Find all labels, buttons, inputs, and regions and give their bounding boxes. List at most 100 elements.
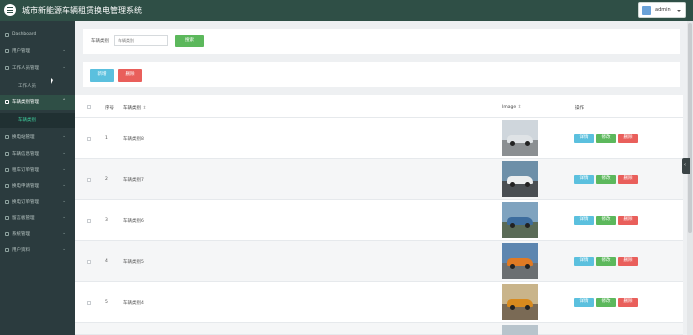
search-panel bbox=[83, 29, 680, 54]
column-header-category[interactable]: 车辆类别 ⇕ bbox=[123, 105, 146, 111]
sidebar-item-label: 换电站管理 bbox=[12, 135, 35, 140]
app-title: 城市新能源车辆租赁换电管理系统 bbox=[22, 6, 142, 15]
side-panel-toggle[interactable]: ‹ bbox=[682, 158, 690, 174]
sidebar-item-system[interactable]: 系统管理 ⌄ bbox=[0, 227, 75, 242]
chevron-down-icon: ⌄ bbox=[62, 231, 66, 236]
row-checkbox[interactable] bbox=[87, 219, 91, 223]
user-menu[interactable]: admin bbox=[638, 2, 686, 18]
sort-icon: ⇕ bbox=[517, 105, 522, 110]
car-thumbnail bbox=[502, 243, 538, 279]
car-thumbnail bbox=[502, 284, 538, 320]
chevron-down-icon: ⌄ bbox=[62, 167, 66, 172]
sidebar-item-users[interactable]: 用户管理 ⌄ bbox=[0, 44, 75, 59]
row-index: 4 bbox=[105, 259, 108, 264]
station-icon bbox=[5, 135, 9, 139]
scrollbar-thumb[interactable] bbox=[688, 23, 692, 233]
sidebar-item-staff-management[interactable]: 工作人员管理 ⌄ bbox=[0, 61, 75, 76]
batch-delete-button[interactable]: 删除 bbox=[118, 69, 142, 82]
chevron-down-icon: ⌄ bbox=[62, 215, 66, 220]
system-icon bbox=[5, 232, 9, 236]
detail-button[interactable]: 详情 bbox=[574, 175, 594, 184]
sidebar-item-label: Dashboard bbox=[12, 32, 37, 37]
sidebar: Dashboard 用户管理 ⌄ 工作人员管理 ⌄ 工作人员 车辆类别管理 ⌃ … bbox=[0, 21, 75, 335]
sidebar-item-vehicle[interactable]: 车辆信息管理 ⌄ bbox=[0, 147, 75, 162]
column-header-label: Image bbox=[502, 105, 517, 110]
swap-order-icon bbox=[5, 200, 9, 204]
sidebar-item-swap-order[interactable]: 换电订单管理 ⌄ bbox=[0, 195, 75, 210]
sidebar-item-dashboard[interactable]: Dashboard bbox=[0, 28, 75, 43]
detail-button[interactable]: 详情 bbox=[574, 216, 594, 225]
detail-button[interactable]: 详情 bbox=[574, 257, 594, 266]
delete-button[interactable]: 删除 bbox=[618, 257, 638, 266]
delete-button[interactable]: 删除 bbox=[618, 298, 638, 307]
order-icon bbox=[5, 168, 9, 172]
sidebar-item-swap-application[interactable]: 换电申请管理 ⌄ bbox=[0, 179, 75, 194]
car-thumbnail bbox=[502, 161, 538, 197]
column-header-image[interactable]: Image ⇕ bbox=[502, 105, 521, 110]
row-category-name: 车辆类别7 bbox=[123, 178, 144, 183]
swap-icon bbox=[5, 184, 9, 188]
sort-icon: ⇕ bbox=[142, 106, 147, 111]
sidebar-item-label: 用户资料 bbox=[12, 248, 30, 253]
edit-button[interactable]: 修改 bbox=[596, 134, 616, 143]
sidebar-item-category-management[interactable]: 车辆类别管理 ⌃ bbox=[0, 95, 75, 110]
detail-button[interactable]: 详情 bbox=[574, 134, 594, 143]
sidebar-item-label: 换电订单管理 bbox=[12, 200, 39, 205]
detail-button[interactable]: 详情 bbox=[574, 298, 594, 307]
row-checkbox[interactable] bbox=[87, 137, 91, 141]
sidebar-item-label: 租车订单管理 bbox=[12, 168, 39, 173]
column-header-actions: 操作 bbox=[575, 106, 584, 111]
row-checkbox[interactable] bbox=[87, 260, 91, 264]
edit-button[interactable]: 修改 bbox=[596, 257, 616, 266]
search-button[interactable]: 搜索 bbox=[175, 35, 204, 47]
car-thumbnail bbox=[502, 120, 538, 156]
sidebar-item-profile[interactable]: 用户资料 ⌄ bbox=[0, 243, 75, 258]
message-icon bbox=[5, 216, 9, 220]
row-index: 5 bbox=[105, 300, 108, 305]
table-row bbox=[75, 323, 683, 335]
row-index: 1 bbox=[105, 136, 108, 141]
delete-button[interactable]: 删除 bbox=[618, 216, 638, 225]
page-scrollbar[interactable] bbox=[687, 21, 693, 335]
dashboard-icon bbox=[5, 33, 9, 37]
top-bar: 城市新能源车辆租赁换电管理系统 admin bbox=[0, 0, 693, 21]
row-category-name: 车辆类别4 bbox=[123, 301, 144, 306]
chevron-down-icon: ⌄ bbox=[62, 151, 66, 156]
sidebar-item-rental-order[interactable]: 租车订单管理 ⌄ bbox=[0, 163, 75, 178]
sidebar-item-label: 车辆信息管理 bbox=[12, 152, 39, 157]
sidebar-subitem-staff[interactable]: 工作人员 bbox=[0, 79, 75, 94]
edit-button[interactable]: 修改 bbox=[596, 175, 616, 184]
profile-icon bbox=[5, 248, 9, 252]
chevron-up-icon: ⌃ bbox=[62, 99, 66, 104]
search-input[interactable] bbox=[114, 35, 168, 46]
row-index: 3 bbox=[105, 218, 108, 223]
row-checkbox[interactable] bbox=[87, 301, 91, 305]
edit-button[interactable]: 修改 bbox=[596, 216, 616, 225]
row-category-name: 车辆类别5 bbox=[123, 260, 144, 265]
sidebar-subitem-category[interactable]: 车辆类别 bbox=[0, 113, 75, 128]
add-button[interactable]: 新增 bbox=[90, 69, 114, 82]
sidebar-item-label: 工作人员管理 bbox=[12, 66, 39, 71]
chevron-down-icon: ⌄ bbox=[62, 183, 66, 188]
edit-button[interactable]: 修改 bbox=[596, 298, 616, 307]
column-header-index: 序号 bbox=[105, 106, 114, 111]
chevron-down-icon: ⌄ bbox=[62, 65, 66, 70]
row-category-name: 车辆类别6 bbox=[123, 219, 144, 224]
sidebar-item-station[interactable]: 换电站管理 ⌄ bbox=[0, 130, 75, 145]
delete-button[interactable]: 删除 bbox=[618, 175, 638, 184]
select-all-checkbox[interactable] bbox=[87, 105, 91, 109]
avatar bbox=[642, 6, 651, 15]
sidebar-item-label: 系统管理 bbox=[12, 232, 30, 237]
menu-toggle-button[interactable] bbox=[4, 4, 16, 16]
row-checkbox[interactable] bbox=[87, 178, 91, 182]
row-category-name: 车辆类别8 bbox=[123, 137, 144, 142]
chevron-left-icon: ‹ bbox=[684, 162, 686, 168]
car-icon bbox=[5, 152, 9, 156]
sidebar-item-label: 工作人员 bbox=[18, 84, 36, 89]
username: admin bbox=[655, 7, 671, 13]
sidebar-item-label: 车辆类别管理 bbox=[12, 100, 39, 105]
delete-button[interactable]: 删除 bbox=[618, 134, 638, 143]
chevron-down-icon: ⌄ bbox=[62, 247, 66, 252]
sidebar-item-message[interactable]: 留言板管理 ⌄ bbox=[0, 211, 75, 226]
caret-down-icon bbox=[677, 10, 681, 12]
